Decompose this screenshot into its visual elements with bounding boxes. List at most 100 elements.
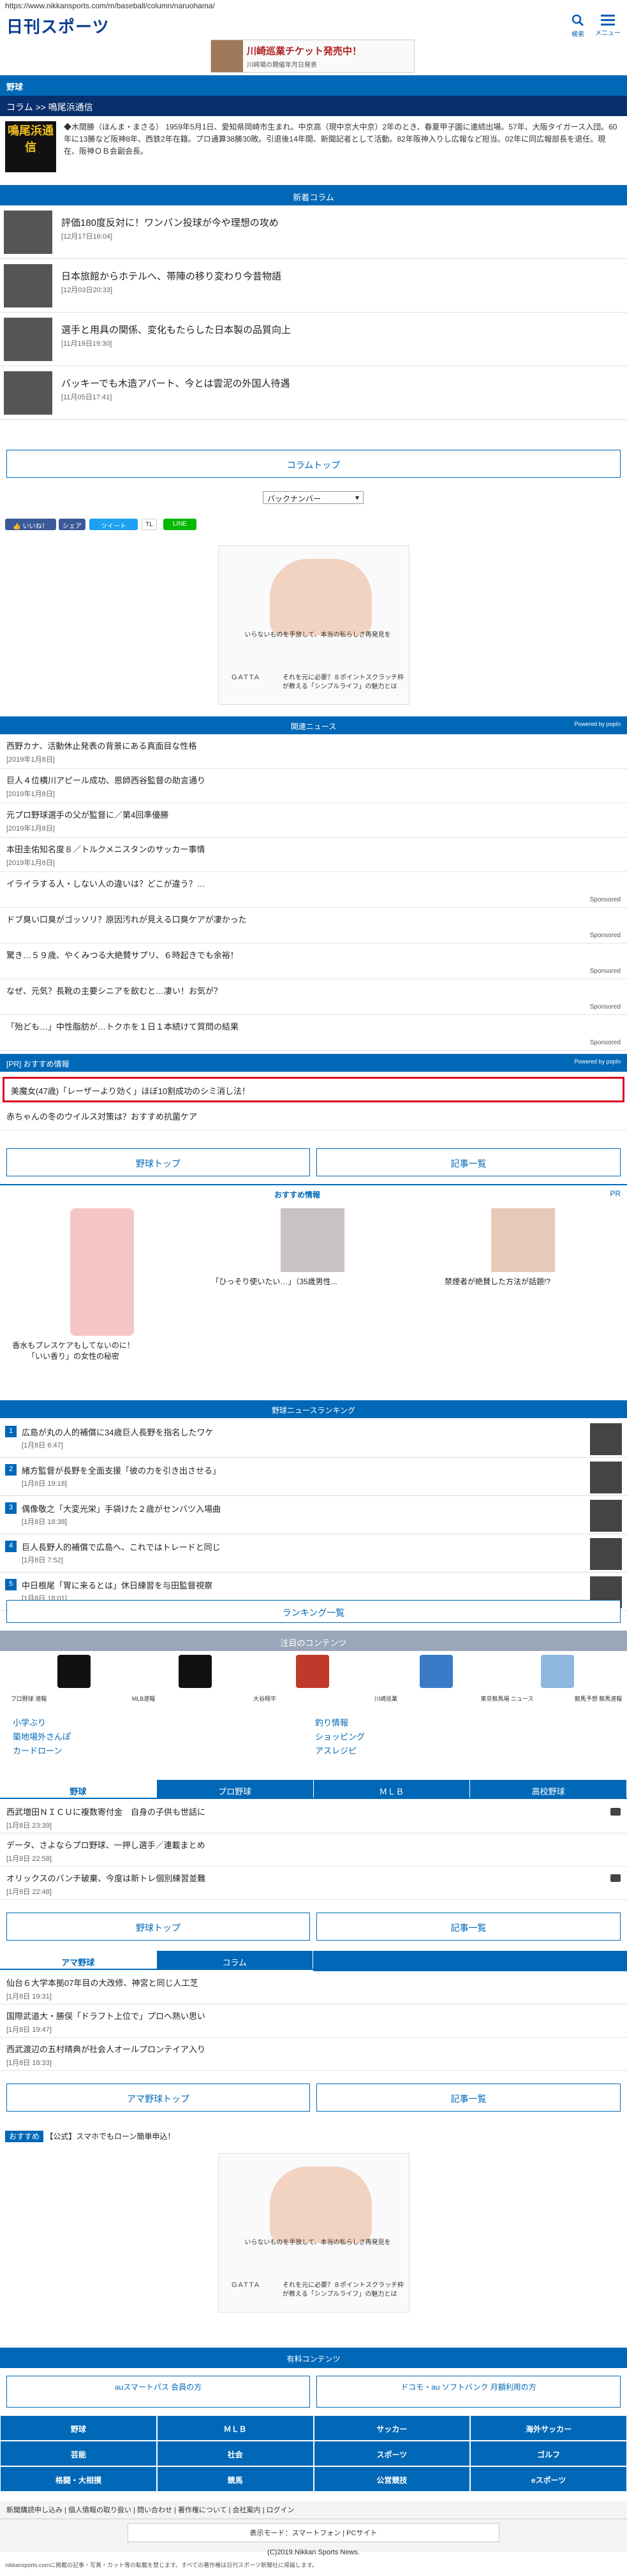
list-item[interactable]: 国際武道大・勝俣「ドラフト上位で」プロへ熱い思い [1月8日 19:47] bbox=[0, 2004, 627, 2038]
paid-fighting[interactable]: 格闘・大相撲 bbox=[0, 2466, 157, 2492]
line-share-button[interactable]: LINE bbox=[163, 519, 196, 530]
news-item[interactable]: 本田圭佑知名度８／トルクメニスタンのサッカー事情 [2019年1月8日] bbox=[0, 838, 627, 872]
link-item[interactable]: カードローン bbox=[13, 1744, 71, 1758]
timeline-button[interactable]: TL bbox=[142, 519, 157, 530]
article-list-button[interactable]: 記事一覧 bbox=[316, 1148, 621, 1176]
link-item[interactable]: アスレジピ bbox=[315, 1744, 365, 1758]
pr-heading-label: [PR] おすすめ情報 bbox=[6, 1060, 70, 1069]
list-date: [1月8日 19:47] bbox=[6, 2026, 52, 2034]
column-top-button[interactable]: コラムトップ bbox=[6, 450, 621, 478]
link-item[interactable]: ショッピング bbox=[315, 1730, 365, 1744]
article-list-button[interactable]: 記事一覧 bbox=[316, 2084, 621, 2112]
paid-soccer[interactable]: サッカー bbox=[313, 2415, 471, 2441]
paid-public-race[interactable]: 公営競技 bbox=[313, 2466, 471, 2492]
link-item[interactable]: 釣り情報 bbox=[315, 1716, 365, 1730]
facebook-like-button[interactable]: 👍 いいね！ bbox=[5, 519, 56, 530]
paid-society[interactable]: 社会 bbox=[156, 2441, 314, 2466]
ranking-item[interactable]: 4 巨人長野人的補償で広島へ、これではトレードと同じ [1月8日 7:52] bbox=[0, 1534, 627, 1573]
tab-pro-baseball[interactable]: プロ野球 bbox=[156, 1780, 314, 1798]
news-date: [2019年1月8日] bbox=[6, 825, 55, 833]
ad-gatta[interactable]: いらないものを手放して、本当の私らしさ再発見を GATTA それを元に必要？８ポ… bbox=[218, 545, 409, 705]
jungyo-icon[interactable] bbox=[420, 1655, 453, 1688]
ranking-list-button[interactable]: ランキング一覧 bbox=[6, 1600, 621, 1623]
sponsored-item[interactable]: なぜ、元気？長靴の主要シニアを飲むと…凄い！お気が？ Sponsored bbox=[0, 979, 627, 1015]
sponsored-item[interactable]: 驚き…５９歳、やくみつる大絶賛サプリ、６時起きでも余裕！ Sponsored bbox=[0, 944, 627, 979]
paid-esports[interactable]: eスポーツ bbox=[470, 2466, 627, 2492]
list-title: 仙台６大学本拠07年目の大改修、神宮と同じ人工芝 bbox=[6, 1978, 198, 1988]
content-label: 大谷翔平 bbox=[253, 1696, 276, 1702]
link-item[interactable]: 小学ぶり bbox=[13, 1716, 71, 1730]
tile-title: 禁煙者が絶賛した方法が話題!? bbox=[444, 1277, 550, 1286]
sponsored-item[interactable]: イライラする人・しない人の違いは？どこが違う？… Sponsored bbox=[0, 872, 627, 908]
paid-golf[interactable]: ゴルフ bbox=[470, 2441, 627, 2466]
osusume-promo[interactable]: おすすめ 【公式】スマホでもローン簡単申込！ bbox=[5, 2131, 617, 2146]
news-item[interactable]: 巨人４位横川アピール成功、恩師西谷監督の助言通り [2019年1月8日] bbox=[0, 769, 627, 803]
amateur-top-button[interactable]: アマ野球トップ bbox=[6, 2084, 310, 2112]
list-item[interactable]: 西武増田ＮＩＣＵに複数寄付金 自身の子供も世話に [1月8日 23:39] bbox=[0, 1800, 627, 1833]
paid-sports[interactable]: スポーツ bbox=[313, 2441, 471, 2466]
paid-overseas-soccer[interactable]: 海外サッカー bbox=[470, 2415, 627, 2441]
article-list-button[interactable]: 記事一覧 bbox=[316, 1913, 621, 1941]
paid-entertainment[interactable]: 芸能 bbox=[0, 2441, 157, 2466]
category-bar[interactable]: 野球 bbox=[0, 75, 627, 96]
osusume-tile[interactable]: 禁煙者が絶賛した方法が話題!? bbox=[408, 1208, 587, 1287]
tile-image bbox=[491, 1208, 555, 1272]
search-button[interactable]: 検索 bbox=[568, 14, 588, 38]
column-item[interactable]: 選手と用具の関係、変化もたらした日本製の品質向上 [11月19日19:30] bbox=[0, 313, 627, 366]
osusume-tile[interactable]: 香水もプレスケアもしてないのに！「いい香り」の女性の秘密 bbox=[6, 1208, 140, 1361]
sponsored-item[interactable]: 「殆ども…」中性脂肪が…トクホを１日１本続けて質問の結果 Sponsored bbox=[0, 1015, 627, 1051]
ad-title: 川崎巡業チケット発売中！ bbox=[247, 46, 362, 57]
thumbs-up-icon: 👍 bbox=[13, 523, 21, 530]
paid-mlb[interactable]: ＭＬＢ bbox=[156, 2415, 314, 2441]
site-logo[interactable]: 日刊スポーツ bbox=[6, 14, 109, 38]
pro-baseball-live-icon[interactable] bbox=[57, 1655, 91, 1688]
tab-column[interactable]: コラム bbox=[156, 1951, 313, 1969]
pr-highlight-item[interactable]: 美魔女(47歳)「レーザーより効く」ほぼ10割成功のシミ消し法！ bbox=[3, 1077, 624, 1102]
ohtani-icon[interactable] bbox=[296, 1655, 329, 1688]
baseball-top-button[interactable]: 野球トップ bbox=[6, 1913, 310, 1941]
facebook-share-button[interactable]: シェア bbox=[59, 519, 85, 530]
display-mode-toggle[interactable]: 表示モード：スマートフォン | PCサイト bbox=[128, 2523, 499, 2542]
sponsored-title: イライラする人・しない人の違いは？どこが違う？… bbox=[6, 879, 205, 889]
news-title: 西野カナ、活動休止発表の背景にある真面目な性格 bbox=[6, 741, 197, 751]
pr-item[interactable]: 赤ちゃんの冬のウイルス対策は？おすすめ抗菌ケア bbox=[0, 1105, 627, 1130]
list-item[interactable]: 仙台６大学本拠07年目の大改修、神宮と同じ人工芝 [1月8日 19:31] bbox=[0, 1971, 627, 2004]
list-title: データ、さよならプロ野球、一押し選手／連載まとめ bbox=[6, 1840, 205, 1850]
paid-keiba[interactable]: 競馬 bbox=[156, 2466, 314, 2492]
column-item[interactable]: バッキーでも木造アパート、今とは雲泥の外国人待遇 [11月05日17:41] bbox=[0, 366, 627, 420]
ranking-item[interactable]: 3 偶像敬之「大変光栄」手袋けた２歳がセンバツ入場曲 [1月8日 18:38] bbox=[0, 1496, 627, 1534]
keiba-icon[interactable] bbox=[541, 1655, 574, 1688]
link-item[interactable]: 築地場外さんぽ bbox=[13, 1730, 71, 1744]
column-item[interactable]: 日本旅館からホテルへ、帯陣の移り変わり今昔物語 [12月03日20:33] bbox=[0, 259, 627, 313]
baseball-top-button[interactable]: 野球トップ bbox=[6, 1148, 310, 1176]
menu-button[interactable]: メニュー bbox=[595, 14, 621, 37]
news-item[interactable]: 元プロ野球選手の父が監督に／第4回準優勝 [2019年1月8日] bbox=[0, 803, 627, 838]
related-news-heading: 関連ニュース Powered by popIn bbox=[0, 716, 627, 734]
ad-gatta-2[interactable]: いらないものを手放して、本当の私らしさ再発見を GATTA それを元に必要？８ポ… bbox=[218, 2153, 409, 2313]
tab-high-school[interactable]: 高校野球 bbox=[470, 1780, 627, 1798]
sponsored-item[interactable]: ドブ臭い口臭がゴッソリ？原因汚れが見える口臭ケアが凄かった Sponsored bbox=[0, 908, 627, 944]
list-item[interactable]: 西武渡辺の五村晴典が社会人オールプロンテイア入り [1月8日 18:33] bbox=[0, 2038, 627, 2071]
carrier-billing-button[interactable]: ドコモ・au ソフトバンク 月額利用の方 bbox=[316, 2376, 621, 2408]
tweet-button[interactable]: ツイート bbox=[89, 519, 138, 530]
ranking-item[interactable]: 1 広島が丸の人的補償に34歳巨人長野を指名したワケ [1月8日 6:47] bbox=[0, 1419, 627, 1458]
news-item[interactable]: 西野カナ、活動休止発表の背景にある真面目な性格 [2019年1月8日] bbox=[0, 734, 627, 769]
tab-amateur[interactable]: アマ野球 bbox=[0, 1951, 157, 1969]
backnumber-select[interactable]: バックナンバー ▾ bbox=[263, 491, 364, 504]
column-item[interactable]: 評価180度反対に！ワンパン投球が今や理想の攻め [12月17日16:04] bbox=[0, 205, 627, 259]
ranking-item[interactable]: 2 緒方監督が長野を全面支援「彼の力を引き出させる」 [1月8日 19:18] bbox=[0, 1458, 627, 1496]
list-item[interactable]: オリックスのバンチ破棄、今度は新トレ個別練習並難 [1月8日 22:48] bbox=[0, 1867, 627, 1900]
list-item[interactable]: データ、さよならプロ野球、一押し選手／連載まとめ [1月8日 22:58] bbox=[0, 1833, 627, 1867]
osusume-tile[interactable]: 「ひっそり使いたい…」（35歳男性... bbox=[210, 1208, 344, 1287]
tab-baseball[interactable]: 野球 bbox=[0, 1780, 157, 1798]
tab-mlb[interactable]: ＭＬＢ bbox=[313, 1780, 471, 1798]
rank-date: [1月8日 6:47] bbox=[22, 1442, 63, 1449]
mlb-live-icon[interactable] bbox=[179, 1655, 212, 1688]
hamburger-icon bbox=[601, 15, 615, 26]
paid-baseball[interactable]: 野球 bbox=[0, 2415, 157, 2441]
list-date: [1月8日 22:58] bbox=[6, 1855, 52, 1863]
au-smartpass-button[interactable]: auスマートパス 会員の方 bbox=[6, 2376, 310, 2408]
top-ad-banner[interactable]: 川崎巡業チケット発売中！ 川崎場の開催年月日発表 bbox=[210, 40, 415, 73]
footer-links[interactable]: 新聞購読申し込み | 個人情報の取り扱い | 問い合わせ | 著作権について |… bbox=[0, 2501, 627, 2519]
url-bar[interactable]: https://www.nikkansports.com/m/baseball/… bbox=[5, 1, 215, 10]
